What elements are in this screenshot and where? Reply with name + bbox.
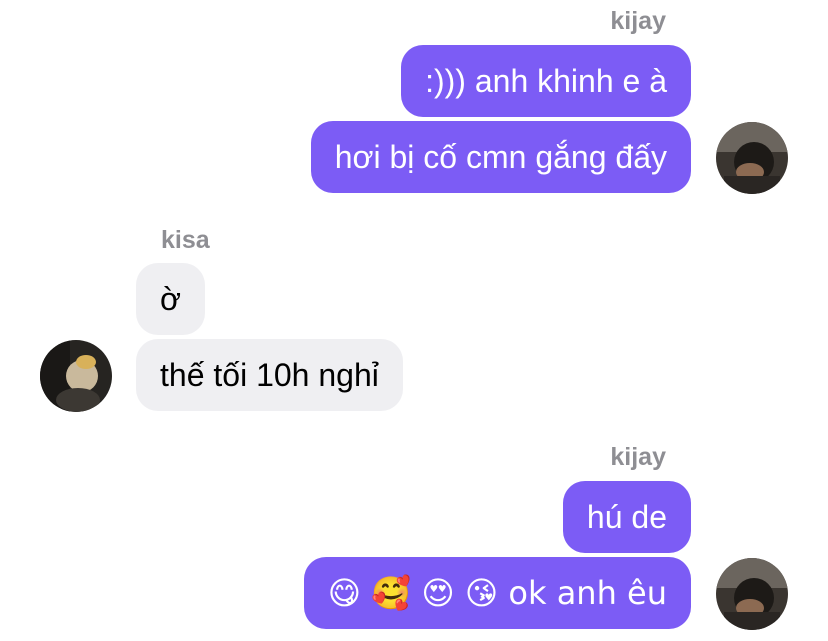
message-text: 😋 🥰 😍 😘 ok anh êu	[327, 574, 667, 612]
message-bubble-outgoing[interactable]: hơi bị cố cmn gắng đấy	[310, 121, 691, 193]
sender-name-kisa: kisa	[161, 226, 210, 254]
message-bubble-outgoing[interactable]: 😋 🥰 😍 😘 ok anh êu	[303, 557, 691, 629]
sender-name-kijay: kijay	[610, 443, 666, 471]
avatar-kijay[interactable]	[716, 122, 788, 194]
message-text: ờ	[160, 281, 181, 317]
message-bubble-incoming[interactable]: thế tối 10h nghỉ	[136, 339, 403, 411]
message-bubble-incoming[interactable]: ờ	[136, 263, 205, 335]
message-text: hơi bị cố cmn gắng đấy	[334, 139, 667, 175]
avatar-kisa[interactable]	[40, 340, 112, 412]
message-text: thế tối 10h nghỉ	[160, 357, 379, 393]
message-text: :))) anh khinh e à	[425, 63, 667, 99]
message-bubble-outgoing[interactable]: :))) anh khinh e à	[401, 45, 691, 117]
avatar-kijay[interactable]	[716, 558, 788, 630]
message-text: hú de	[586, 499, 667, 535]
sender-name-kijay: kijay	[610, 7, 666, 35]
message-bubble-outgoing[interactable]: hú de	[562, 481, 691, 553]
